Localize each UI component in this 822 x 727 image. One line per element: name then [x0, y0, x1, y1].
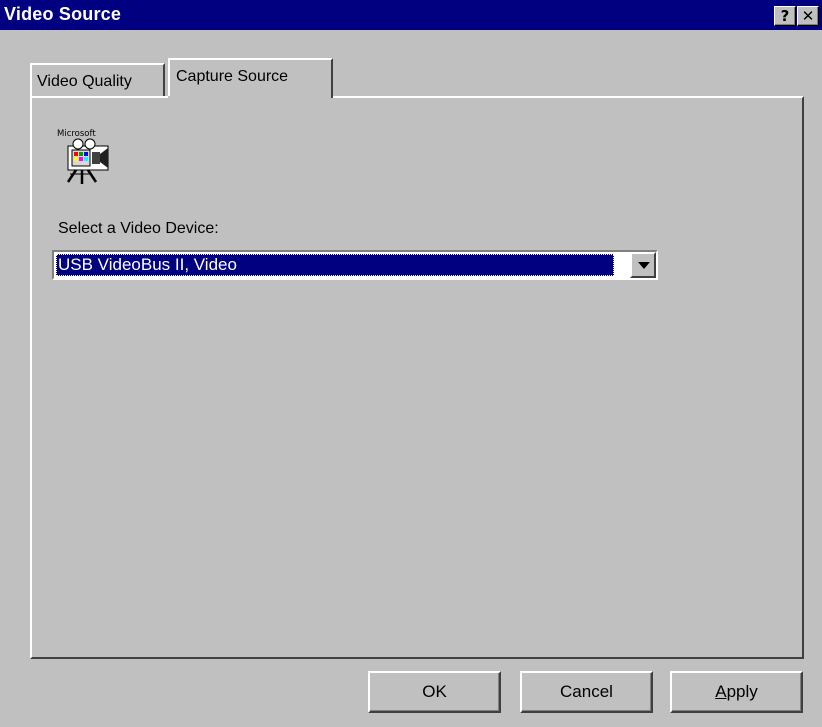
video-device-selected-value: USB VideoBus II, Video — [56, 254, 614, 276]
video-source-dialog: Video Source ? ✕ Video Quality Capture S… — [0, 0, 822, 727]
close-button[interactable]: ✕ — [797, 6, 819, 26]
video-device-label: Select a Video Device: — [58, 220, 219, 237]
tab-capture-source-label: Capture Source — [176, 68, 289, 85]
video-camera-icon: Microsoft — [56, 126, 118, 188]
cancel-button[interactable]: Cancel — [520, 671, 653, 713]
chevron-down-icon — [638, 262, 650, 269]
tab-video-quality-label: Video Quality — [37, 73, 132, 90]
close-icon: ✕ — [801, 7, 815, 25]
apply-button[interactable]: Apply — [670, 671, 803, 713]
apply-accelerator: A — [715, 682, 727, 701]
title-bar[interactable]: Video Source ? ✕ — [0, 0, 822, 30]
help-icon: ? — [780, 7, 790, 25]
dropdown-button[interactable] — [630, 252, 656, 278]
tab-video-quality[interactable]: Video Quality — [30, 63, 165, 97]
logo-text: Microsoft — [57, 129, 96, 139]
apply-label-rest: pply — [726, 682, 758, 701]
tab-capture-source[interactable]: Capture Source — [168, 58, 333, 102]
window-title: Video Source — [4, 4, 122, 24]
help-button[interactable]: ? — [774, 6, 796, 26]
capture-source-panel: Microsoft Select a Video Device: USB Vid… — [30, 96, 804, 659]
video-device-select[interactable]: USB VideoBus II, Video — [52, 250, 658, 280]
ok-button[interactable]: OK — [368, 671, 501, 713]
active-tab-joiner — [168, 96, 331, 102]
